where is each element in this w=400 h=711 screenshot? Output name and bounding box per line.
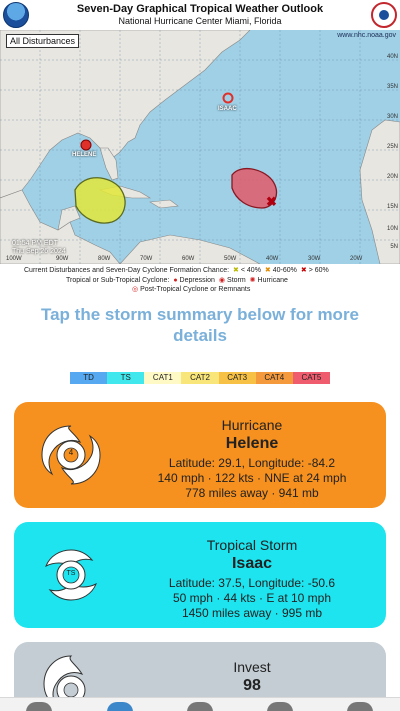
storm-icon: ◉ xyxy=(218,277,226,284)
legend-formation-label: Current Disturbances and Seven-Day Cyclo… xyxy=(24,267,230,274)
helene-map-symbol xyxy=(80,139,92,151)
legend-cyclone-types: Tropical or Sub-Tropical Cyclone: ● Depre… xyxy=(66,276,288,284)
noaa-logo xyxy=(3,2,29,28)
lon-label: 50W xyxy=(224,256,237,262)
legend-depression: Depression xyxy=(179,277,215,284)
lon-label: 100W xyxy=(6,256,22,262)
legend-hurricane: Hurricane xyxy=(257,277,288,284)
isaac-category: TS xyxy=(66,570,76,577)
map-legend: Current Disturbances and Seven-Day Cyclo… xyxy=(0,264,400,296)
isaac-name: Isaac xyxy=(231,555,273,572)
helene-map-label: HELENE xyxy=(72,152,97,158)
helene-details: Hurricane Helene Latitude: 29.1, Longitu… xyxy=(124,416,380,501)
intensity-scale: TD TS CAT1 CAT2 CAT3 CAT4 CAT5 xyxy=(70,372,330,384)
map-time: 01:54 PM EDT xyxy=(12,240,58,247)
north-america-land xyxy=(0,30,251,199)
instruction-text: Tap the storm summary below for more det… xyxy=(40,305,360,345)
lat-label: 25N xyxy=(386,144,398,150)
helene-name: Helene xyxy=(225,435,279,452)
legend-low: < 40% xyxy=(240,267,261,274)
map-canvas[interactable]: ✖ All Disturbances www.nhc.noaa.gov HELE… xyxy=(0,30,400,264)
map-subtitle: National Hurricane Center Miami, Florida xyxy=(118,16,282,26)
scale-cat5: CAT5 xyxy=(292,372,330,384)
lat-label: 20N xyxy=(386,174,398,180)
scale-cat3: CAT3 xyxy=(218,372,256,384)
isaac-position: Latitude: 37.5, Longitude: -50.6 xyxy=(168,576,336,590)
longitude-labels: 100W 90W 80W 70W 60W 50W 40W 30W 20W xyxy=(0,256,400,264)
helene-position: Latitude: 29.1, Longitude: -84.2 xyxy=(168,456,336,470)
lon-label: 40W xyxy=(266,256,279,262)
lon-label: 20W xyxy=(350,256,363,262)
lat-label: 40N xyxy=(386,54,398,60)
legend-formation-chance: Current Disturbances and Seven-Day Cyclo… xyxy=(24,266,329,274)
storm-card-isaac[interactable]: TS Tropical Storm Isaac Latitude: 37.5, … xyxy=(14,522,386,628)
radar-tab-icon[interactable] xyxy=(107,702,133,711)
scale-ts: TS xyxy=(107,372,145,384)
storms-tab-icon[interactable] xyxy=(187,702,213,711)
post-tropical-icon: ◎ xyxy=(132,286,139,293)
nws-logo xyxy=(371,2,397,28)
scale-cat1: CAT1 xyxy=(144,372,182,384)
legend-post-tropical: ◎ Post-Tropical Cyclone or Remnants xyxy=(130,285,250,293)
hispaniola-land xyxy=(149,199,179,209)
lat-label: 35N xyxy=(386,84,398,90)
helene-type: Hurricane xyxy=(221,417,283,433)
invest-details: Invest 98 xyxy=(124,658,380,698)
hurricane-symbol-icon: 4 xyxy=(34,418,108,492)
all-disturbances-badge[interactable]: All Disturbances xyxy=(6,34,80,48)
isaac-type: Tropical Storm xyxy=(206,537,298,553)
lon-label: 30W xyxy=(308,256,321,262)
helene-wind: 140 mph · 122 kts · NNE at 24 mph xyxy=(157,471,347,485)
map-title: Seven-Day Graphical Tropical Weather Out… xyxy=(76,3,324,15)
invest-name: 98 xyxy=(243,677,261,694)
isaac-map-symbol xyxy=(222,92,234,104)
low-chance-icon: ✖ xyxy=(233,267,239,274)
isaac-map-label: ISAAC xyxy=(218,106,237,112)
lat-label: 5N xyxy=(390,244,398,250)
map-date: Thu Sep 26 2024 xyxy=(12,248,66,255)
disturbance-area-yellow xyxy=(74,177,126,224)
lat-label: 10N xyxy=(386,226,398,232)
isaac-distance: 1450 miles away · 995 mb xyxy=(181,606,323,620)
map-graphic: ✖ xyxy=(0,30,400,264)
satellite-tab-icon[interactable] xyxy=(267,702,293,711)
helene-distance: 778 miles away · 941 mb xyxy=(185,486,319,500)
isaac-wind: 50 mph · 44 kts · E at 10 mph xyxy=(172,591,332,605)
lon-label: 70W xyxy=(140,256,153,262)
hurricane-icon: ✺ xyxy=(249,277,256,284)
lon-label: 90W xyxy=(56,256,69,262)
map-header: Seven-Day Graphical Tropical Weather Out… xyxy=(0,0,400,30)
africa-land xyxy=(359,119,400,264)
scale-cat4: CAT4 xyxy=(255,372,293,384)
settings-tab-icon[interactable] xyxy=(347,702,373,711)
map-tab-icon[interactable] xyxy=(26,702,52,711)
legend-cyclone-label: Tropical or Sub-Tropical Cyclone: xyxy=(66,277,170,284)
legend-storm: Storm xyxy=(227,277,246,284)
tropical-storm-symbol-icon: TS xyxy=(34,538,108,612)
depression-icon: ● xyxy=(173,277,178,284)
bottom-tab-bar xyxy=(0,697,400,711)
lon-label: 80W xyxy=(98,256,111,262)
lat-label: 15N xyxy=(386,204,398,210)
isaac-details: Tropical Storm Isaac Latitude: 37.5, Lon… xyxy=(124,536,380,621)
legend-post-tropical-label: Post-Tropical Cyclone or Remnants xyxy=(140,286,251,293)
lon-label: 60W xyxy=(182,256,195,262)
high-chance-marker: ✖ xyxy=(266,194,277,209)
storm-card-helene[interactable]: 4 Hurricane Helene Latitude: 29.1, Longi… xyxy=(14,402,386,508)
legend-high: > 60% xyxy=(308,267,329,274)
site-url: www.nhc.noaa.gov xyxy=(337,32,396,39)
scale-td: TD xyxy=(70,372,108,384)
medium-chance-icon: ✖ xyxy=(264,267,271,274)
invest-type: Invest xyxy=(233,659,271,675)
high-chance-icon: ✖ xyxy=(300,267,307,274)
outlook-map[interactable]: Seven-Day Graphical Tropical Weather Out… xyxy=(0,0,400,296)
scale-cat2: CAT2 xyxy=(181,372,219,384)
legend-medium: 40-60% xyxy=(272,267,297,274)
map-timestamp: 01:54 PM EDT Thu Sep 26 2024 xyxy=(12,240,66,256)
helene-category: 4 xyxy=(68,448,74,457)
lat-label: 30N xyxy=(386,114,398,120)
